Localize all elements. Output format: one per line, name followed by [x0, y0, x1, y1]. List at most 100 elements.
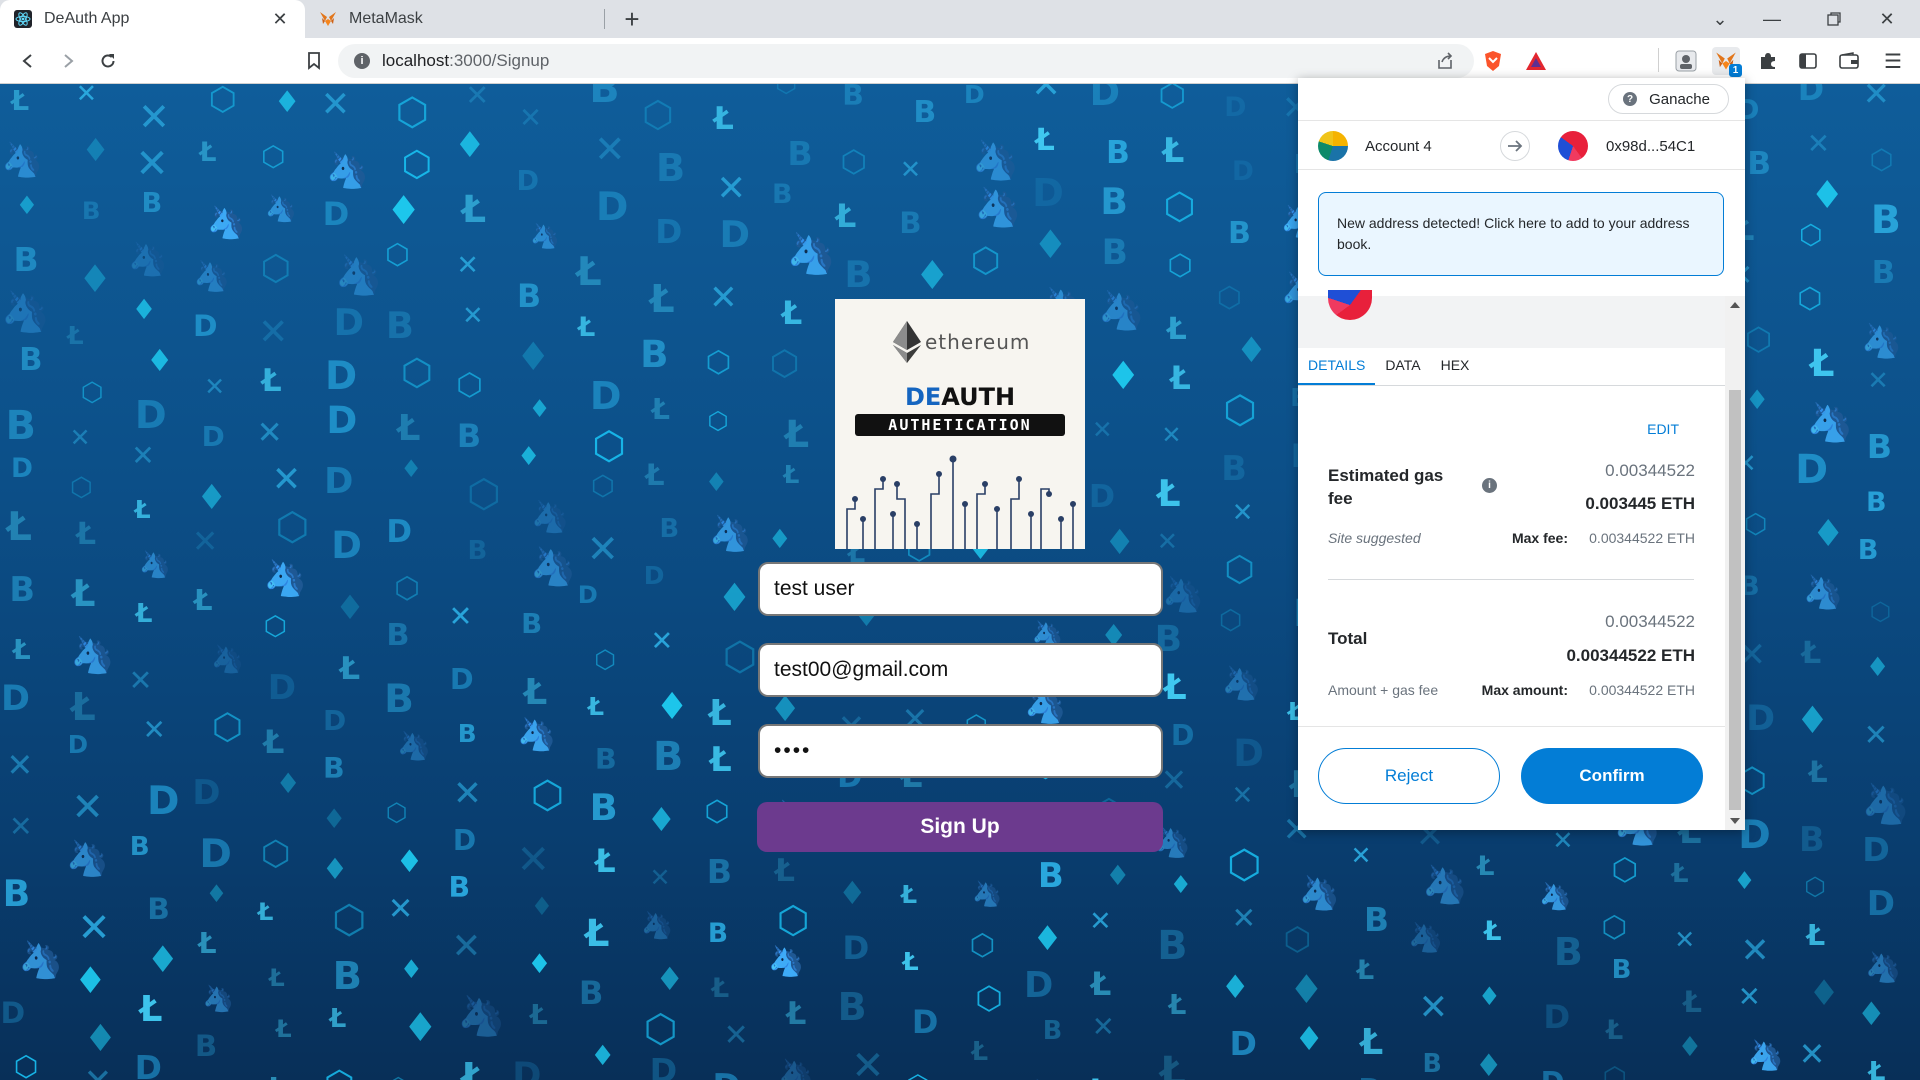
litecoin-icon: Ł	[193, 582, 213, 617]
close-window-icon[interactable]: ✕	[1862, 0, 1912, 38]
ethereum-icon: ♦	[1235, 330, 1268, 371]
brave-shield-icon[interactable]	[1479, 47, 1507, 75]
menu-icon[interactable]: ☰	[1879, 47, 1907, 75]
dash-icon: D	[324, 354, 358, 400]
dash-icon: D	[1795, 446, 1829, 493]
bitcoin-icon: B	[1100, 180, 1128, 224]
xrp-icon: ✕	[716, 168, 747, 210]
wallet-icon[interactable]	[1835, 47, 1863, 75]
scroll-up-icon[interactable]	[1730, 302, 1740, 308]
brave-rewards-icon[interactable]	[1522, 47, 1550, 75]
to-address[interactable]: 0x98d...54C1	[1606, 138, 1695, 155]
scroll-down-icon[interactable]	[1730, 818, 1740, 824]
xrp-icon: ✕	[452, 774, 482, 815]
puzzle-extensions-icon[interactable]	[1754, 47, 1782, 75]
share-icon[interactable]	[1436, 52, 1454, 75]
dash-icon: D	[712, 1067, 740, 1080]
tab-details[interactable]: DETAILS	[1298, 348, 1376, 385]
title-accent: DE	[904, 383, 942, 411]
tab-hex[interactable]: HEX	[1431, 348, 1480, 385]
polygon-hex-icon: ⬡	[1224, 548, 1255, 590]
bitcoin-icon: B	[386, 618, 410, 654]
username-input[interactable]: test user	[758, 562, 1163, 616]
info-icon[interactable]: i	[1482, 478, 1497, 493]
close-tab-icon[interactable]: ✕	[269, 9, 291, 30]
tab-metamask[interactable]: MetaMask	[305, 0, 605, 38]
bitcoin-icon: B	[655, 146, 686, 192]
bitcoin-icon: B	[9, 570, 36, 610]
litecoin-icon: Ł	[397, 408, 421, 450]
ethereum-icon: ♦	[273, 84, 301, 120]
new-address-notice[interactable]: New address detected! Click here to add …	[1318, 192, 1724, 276]
xrp-icon: ✕	[271, 459, 302, 501]
tx-tabs: DETAILS DATA HEX	[1298, 348, 1725, 386]
polygon-hex-icon: ⬡	[385, 797, 408, 827]
site-avatar	[1328, 290, 1372, 320]
maximize-icon[interactable]	[1809, 0, 1859, 38]
polygon-hex-icon: ⬡	[401, 143, 433, 185]
polygon-hex-icon: ⬡	[590, 470, 615, 503]
uniswap-icon: 🦄	[128, 239, 169, 278]
reject-button[interactable]: Reject	[1318, 748, 1500, 804]
metamask-extension-icon[interactable]: 1	[1712, 47, 1742, 77]
new-tab-icon[interactable]: +	[618, 4, 646, 35]
litecoin-icon: Ł	[835, 196, 857, 235]
dash-icon: D	[1797, 84, 1825, 109]
tab-data[interactable]: DATA	[1375, 348, 1430, 385]
dash-icon: D	[963, 84, 985, 109]
bitcoin-icon: B	[659, 514, 680, 545]
from-account-avatar	[1318, 131, 1348, 161]
dash-icon: D	[386, 514, 413, 551]
back-icon[interactable]	[14, 47, 42, 75]
password-input[interactable]: ••••	[758, 724, 1163, 778]
litecoin-icon: Ł	[645, 457, 665, 492]
polygon-hex-icon: ⬡	[394, 571, 421, 606]
polygon-hex-icon: ⬡	[1163, 184, 1196, 228]
minimize-icon[interactable]: —	[1747, 0, 1797, 38]
network-selector[interactable]: ? Ganache	[1608, 84, 1729, 114]
xrp-icon: ✕	[1156, 525, 1179, 556]
forward-icon[interactable]	[54, 47, 82, 75]
dash-icon: D	[67, 730, 89, 760]
site-info-icon[interactable]: i	[354, 53, 370, 69]
deauth-logo: ethereum DEAUTH AUTHETICATION	[835, 299, 1085, 549]
litecoin-icon: Ł	[971, 1035, 989, 1066]
polygon-hex-icon: ⬡	[643, 1007, 678, 1053]
extension-profile-icon[interactable]	[1672, 47, 1700, 75]
tab-search-chevron-icon[interactable]: ⌄	[1695, 0, 1745, 38]
polygon-hex-icon: ⬡	[324, 1064, 355, 1080]
dash-icon: D	[516, 165, 539, 197]
uniswap-icon: 🦄	[517, 717, 557, 754]
xrp-icon: ✕	[258, 309, 289, 353]
litecoin-icon: Ł	[461, 186, 487, 231]
dash-icon: D	[0, 678, 30, 719]
uniswap-icon: 🦄	[397, 731, 432, 763]
litecoin-icon: Ł	[72, 572, 96, 616]
sign-up-button[interactable]: Sign Up	[757, 802, 1163, 852]
uniswap-icon: 🦄	[709, 514, 753, 555]
sidebar-icon[interactable]	[1794, 47, 1822, 75]
litecoin-icon: Ł	[530, 999, 548, 1032]
reload-icon[interactable]	[94, 47, 122, 75]
scrollbar[interactable]	[1725, 296, 1745, 830]
scroll-thumb[interactable]	[1729, 390, 1741, 810]
email-input[interactable]: test00@gmail.com	[758, 643, 1163, 697]
uniswap-icon: 🦄	[974, 184, 1022, 229]
litecoin-icon: Ł	[1683, 985, 1702, 1020]
uniswap-icon: 🦄	[207, 205, 246, 242]
from-account-name[interactable]: Account 4	[1365, 138, 1432, 155]
ethereum-brand: ethereum	[893, 321, 1030, 363]
confirm-button[interactable]: Confirm	[1521, 748, 1703, 804]
total-primary: 0.00344522 ETH	[1566, 646, 1695, 665]
polygon-hex-icon: ⬡	[970, 240, 1001, 281]
bookmark-icon[interactable]	[300, 47, 328, 75]
bitcoin-icon: B	[1866, 426, 1892, 466]
ethereum-icon: ♦	[515, 335, 551, 381]
tab-deauth-app[interactable]: DeAuth App ✕	[0, 0, 305, 38]
edit-link[interactable]: EDIT	[1647, 421, 1679, 437]
sender-recipient-row: Account 4 0x98d...54C1	[1298, 120, 1745, 170]
address-bar[interactable]: i localhost:3000/Signup	[338, 44, 1474, 78]
ethereum-icon	[893, 321, 921, 363]
dash-icon: D	[134, 1047, 162, 1080]
litecoin-icon: Ł	[261, 363, 282, 400]
